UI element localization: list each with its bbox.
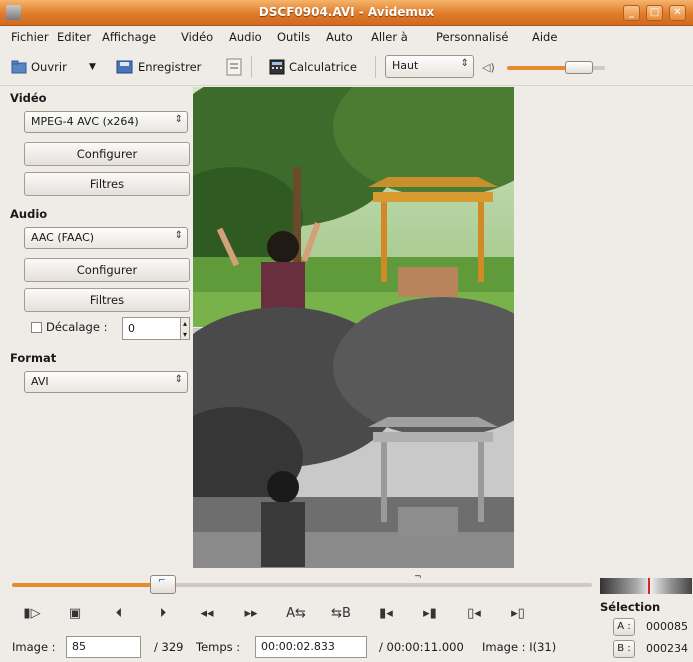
marker-a-label: A xyxy=(286,606,295,621)
maximize-button[interactable]: □ xyxy=(646,5,663,21)
quality-select[interactable]: Haut ⇕ xyxy=(385,55,474,78)
volume-meter xyxy=(600,578,692,594)
marker-b-label: B xyxy=(341,606,351,621)
set-marker-b-button[interactable]: ⇆B xyxy=(328,606,354,628)
marker-a-indicator: ⌐ xyxy=(158,576,166,586)
properties-icon xyxy=(226,58,242,76)
volume-icon: ◁) xyxy=(482,61,495,74)
duration-text: / 00:00:11.000 xyxy=(379,640,464,654)
menu-aide[interactable]: Aide xyxy=(532,30,557,44)
video-filters-button[interactable]: Filtres xyxy=(24,172,190,196)
shift-checkbox[interactable] xyxy=(31,322,42,333)
menu-editer[interactable]: Editer xyxy=(57,30,91,44)
selection-a-value: 000085 xyxy=(646,620,688,633)
calculator-icon xyxy=(269,59,285,75)
title-bar: DSCF0904.AVI - Avidemux _ □ ✕ xyxy=(0,0,693,26)
menu-affichage[interactable]: Affichage xyxy=(102,30,156,44)
video-configure-button[interactable]: Configurer xyxy=(24,142,190,166)
minimize-button[interactable]: _ xyxy=(623,5,640,21)
marker-b-indicator: ¬ xyxy=(414,572,422,582)
frame-label: Image : xyxy=(12,640,56,654)
volume-slider[interactable] xyxy=(507,61,605,74)
shift-spinner[interactable]: ▴ ▾ xyxy=(180,317,190,340)
selection-b-button[interactable]: B : xyxy=(613,640,635,658)
open-label: Ouvrir xyxy=(31,60,67,74)
next-keyframe-button[interactable]: ▸▸ xyxy=(238,606,264,628)
format-select[interactable]: AVI ⇕ xyxy=(24,371,188,393)
video-section-label: Vidéo xyxy=(10,91,47,105)
toolbar-separator xyxy=(375,56,376,78)
frame-type-text: Image : I(31) xyxy=(482,640,557,654)
toolbar-separator xyxy=(251,56,252,78)
audio-filters-button[interactable]: Filtres xyxy=(24,288,190,312)
next-frame-button[interactable]: ⏵ xyxy=(150,606,176,628)
video-codec-select[interactable]: MPEG-4 AVC (x264) ⇕ xyxy=(24,111,188,133)
properties-button[interactable] xyxy=(226,57,242,77)
shift-label: Décalage : xyxy=(46,320,108,334)
format-section-label: Format xyxy=(10,351,57,365)
go-to-start-button[interactable]: ▮◂ xyxy=(373,606,399,628)
time-input[interactable]: 00:00:02.833 xyxy=(255,636,367,658)
menu-outils[interactable]: Outils xyxy=(277,30,310,44)
volume-slider-handle[interactable] xyxy=(565,61,594,74)
selection-b-value: 000234 xyxy=(646,642,688,655)
menu-auto[interactable]: Auto xyxy=(326,30,353,44)
menu-personnalise[interactable]: Personnalisé xyxy=(436,30,508,44)
save-icon xyxy=(116,60,133,74)
spin-arrows-icon: ⇕ xyxy=(174,230,183,241)
spin-arrows-icon: ⇕ xyxy=(174,374,183,385)
video-codec-value: MPEG-4 AVC (x264) xyxy=(31,115,139,128)
previous-keyframe-button[interactable]: ◂◂ xyxy=(194,606,220,628)
stop-button[interactable]: ▣ xyxy=(62,606,88,628)
quality-value: Haut xyxy=(392,59,419,72)
window-title: DSCF0904.AVI - Avidemux xyxy=(258,5,435,19)
selection-title: Sélection xyxy=(600,600,661,614)
spin-arrows-icon: ⇕ xyxy=(460,58,469,69)
menu-video[interactable]: Vidéo xyxy=(181,30,213,44)
menu-fichier[interactable]: Fichier xyxy=(11,30,49,44)
timeline-slider[interactable] xyxy=(12,583,592,587)
volume-meter-peak xyxy=(648,578,650,594)
menu-aller-a[interactable]: Aller à xyxy=(371,30,408,44)
format-value: AVI xyxy=(31,375,49,388)
spin-arrows-icon: ⇕ xyxy=(174,114,183,125)
set-marker-a-button[interactable]: A⇆ xyxy=(283,606,309,628)
go-to-marker-a-button[interactable]: ▯◂ xyxy=(461,606,487,628)
save-button[interactable]: Enregistrer xyxy=(116,57,201,77)
shift-input[interactable]: 0 xyxy=(122,317,181,340)
video-frames xyxy=(193,87,514,568)
calculator-label: Calculatrice xyxy=(289,60,357,74)
output-frame xyxy=(193,87,514,327)
go-to-end-button[interactable]: ▸▮ xyxy=(417,606,443,628)
frame-input[interactable]: 85 xyxy=(66,636,141,658)
open-button[interactable]: Ouvrir xyxy=(11,57,67,77)
go-to-marker-b-button[interactable]: ▸▯ xyxy=(505,606,531,628)
timeline-progress xyxy=(12,583,163,587)
menu-bar: Fichier Editer Affichage Vidéo Audio Out… xyxy=(0,26,693,47)
previous-frame-button[interactable]: ⏴ xyxy=(106,606,132,628)
close-button[interactable]: ✕ xyxy=(669,5,686,21)
frame-total: / 329 xyxy=(154,640,184,654)
open-dropdown-button[interactable]: ▼ xyxy=(89,57,96,77)
time-label: Temps : xyxy=(196,640,241,654)
audio-configure-button[interactable]: Configurer xyxy=(24,258,190,282)
chevron-down-icon: ▼ xyxy=(89,62,96,72)
audio-codec-select[interactable]: AAC (FAAC) ⇕ xyxy=(24,227,188,249)
toolbar: Ouvrir ▼ Enregistrer Calculatrice Haut ⇕… xyxy=(0,48,693,86)
audio-section-label: Audio xyxy=(10,207,48,221)
play-button[interactable]: ▮▷ xyxy=(19,606,45,628)
folder-open-icon xyxy=(11,60,27,74)
audio-codec-value: AAC (FAAC) xyxy=(31,231,95,244)
calculator-button[interactable]: Calculatrice xyxy=(269,57,357,77)
save-label: Enregistrer xyxy=(138,60,202,74)
selection-a-button[interactable]: A : xyxy=(613,618,635,636)
input-frame xyxy=(193,297,514,568)
video-preview-area xyxy=(193,87,514,568)
menu-audio[interactable]: Audio xyxy=(229,30,262,44)
